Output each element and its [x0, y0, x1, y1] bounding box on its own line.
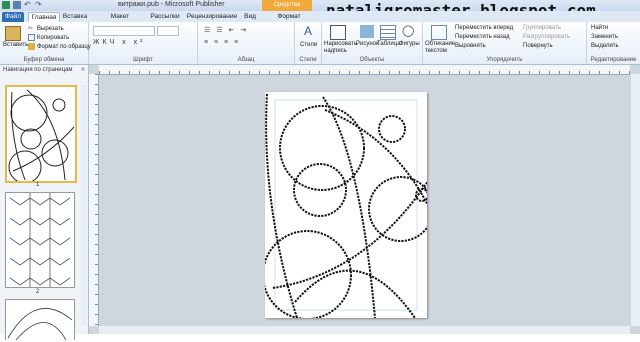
group-label-clipboard: Буфер обмена — [23, 57, 65, 63]
undo-icon[interactable]: ↶ — [24, 1, 32, 9]
group-paragraph: ☰ ☰ ⇤ ⇥ ≡ ≡ ≡ ≡ Абзац — [198, 22, 295, 64]
font-format-buttons[interactable]: ЖКЧ х x² — [93, 39, 145, 46]
table-icon[interactable] — [380, 25, 396, 40]
shapes-button[interactable]: Фигуры — [399, 41, 420, 47]
title-bar: ↶ ↷ витражи.pub - Microsoft Publisher Ср… — [0, 0, 640, 20]
tab-page-layout[interactable]: Макет страницы — [96, 12, 144, 30]
draw-text-box-button[interactable]: Нарисовать надпись — [324, 41, 357, 55]
picture-button[interactable]: Рисунок — [356, 41, 379, 47]
circle-shape[interactable] — [378, 115, 406, 143]
redo-icon[interactable]: ↷ — [35, 1, 43, 9]
send-backward-button[interactable]: Переместить назад — [455, 34, 510, 40]
tab-format[interactable]: Формат — [276, 12, 302, 22]
group-arrange: Обтекание текстом Переместить вперед Пер… — [423, 22, 587, 64]
vertical-scrollbar[interactable] — [631, 74, 640, 326]
group-label-editing: Редактирование — [590, 57, 637, 63]
horizontal-scrollbar[interactable] — [99, 326, 630, 334]
page-thumbnail-1[interactable] — [5, 85, 77, 184]
format-painter-button[interactable]: Формат по образцу — [28, 43, 91, 50]
cut-label: Вырезать — [37, 26, 64, 33]
group-label-paragraph: Абзац — [237, 57, 255, 63]
curve-shape[interactable] — [322, 96, 376, 319]
group-label-objects: Объекты — [359, 57, 385, 63]
replace-button[interactable]: Заменить — [591, 34, 618, 40]
nav-pane-title: Навигация по страницам — [3, 67, 73, 73]
font-size-combo[interactable] — [157, 26, 179, 36]
group-label-styles: Стили — [299, 57, 317, 63]
nav-pane-scrollbar[interactable] — [81, 85, 87, 325]
publisher-app-icon[interactable] — [2, 1, 10, 9]
group-font: ЖКЧ х x² Шрифт — [89, 22, 198, 64]
margin-guide — [274, 99, 418, 311]
group-clipboard: Вставить ✂ Вырезать Копировать Формат по … — [0, 22, 91, 64]
paste-icon[interactable] — [5, 26, 21, 41]
group-button[interactable]: Группировать — [523, 25, 561, 31]
circle-shape[interactable] — [279, 105, 365, 191]
page-navigation-pane: Навигация по страницам « 1 2 — [0, 65, 89, 341]
publication-page[interactable] — [262, 92, 441, 320]
copy-icon — [28, 34, 35, 41]
table-button[interactable]: Таблица — [377, 41, 401, 47]
group-label-font: Шрифт — [133, 57, 153, 63]
font-name-combo[interactable] — [93, 26, 155, 36]
quick-access-toolbar: ↶ ↷ — [2, 1, 43, 9]
ungroup-button[interactable]: Разгруппировать — [523, 34, 570, 40]
find-button[interactable]: Найти — [591, 25, 608, 31]
window-title: витражи.pub - Microsoft Publisher — [118, 1, 225, 8]
circle-shape[interactable] — [293, 163, 347, 217]
group-styles: A Стили Стили — [295, 22, 322, 64]
shapes-icon[interactable]: ◯ — [402, 25, 416, 38]
text-box-icon[interactable] — [330, 25, 346, 40]
select-button[interactable]: Выделить — [591, 43, 619, 49]
context-tab-drawing-tools: Средства рисования — [262, 0, 312, 19]
list-buttons[interactable]: ☰ ☰ ⇤ ⇥ — [204, 26, 248, 34]
tab-file[interactable]: Файл — [2, 12, 24, 22]
wrap-text-icon[interactable] — [431, 25, 447, 40]
styles-button[interactable]: Стили — [300, 42, 317, 48]
page-3-preview — [7, 308, 73, 341]
page-number-2: 2 — [36, 289, 40, 295]
tab-mailings[interactable]: Рассылки — [150, 12, 180, 22]
styles-icon[interactable]: A — [301, 25, 315, 38]
rotate-button[interactable]: Повернуть — [523, 43, 553, 49]
tab-review[interactable]: Рецензирование — [186, 12, 238, 22]
page-1-preview — [8, 89, 75, 184]
ribbon: Вставить ✂ Вырезать Копировать Формат по … — [0, 22, 640, 65]
group-editing: Найти Заменить Выделить Редактирование — [587, 22, 640, 64]
brush-icon — [28, 43, 35, 50]
wrap-text-button[interactable]: Обтекание текстом — [425, 41, 455, 55]
tab-view[interactable]: Вид — [242, 12, 258, 22]
nav-pane-close-icon[interactable]: « — [81, 66, 85, 73]
curve-shape[interactable] — [324, 109, 441, 233]
copy-label: Копировать — [37, 35, 70, 42]
page-number-1: 1 — [36, 182, 40, 188]
curve-shape[interactable] — [265, 93, 298, 319]
align-button[interactable]: Выровнять — [455, 43, 486, 49]
horizontal-ruler[interactable] — [99, 65, 630, 75]
tab-insert[interactable]: Вставка — [62, 12, 88, 22]
scissors-icon: ✂ — [28, 26, 34, 32]
format-painter-label: Формат по образцу — [37, 44, 91, 51]
align-buttons[interactable]: ≡ ≡ ≡ ≡ — [204, 39, 240, 46]
cut-button[interactable]: ✂ Вырезать — [28, 25, 64, 32]
page-2-preview — [9, 193, 71, 287]
paste-button[interactable]: Вставить — [3, 42, 28, 48]
bring-forward-button[interactable]: Переместить вперед — [455, 25, 513, 31]
vertical-ruler[interactable] — [89, 74, 99, 326]
stained-glass-drawing[interactable] — [262, 92, 441, 320]
group-label-arrange: Упорядочить — [486, 57, 523, 63]
picture-icon[interactable] — [360, 25, 374, 38]
group-objects: Нарисовать надпись Рисунок Таблица ◯ Фиг… — [322, 22, 423, 64]
copy-button[interactable]: Копировать — [28, 34, 69, 41]
page-thumbnail-2[interactable] — [5, 192, 75, 288]
save-icon[interactable] — [13, 1, 21, 9]
